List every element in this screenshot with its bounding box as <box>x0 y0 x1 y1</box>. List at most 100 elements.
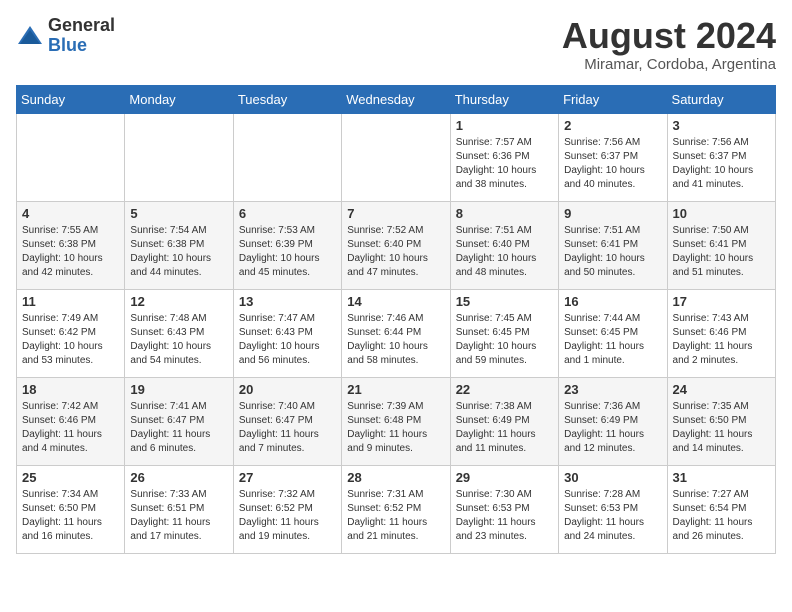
calendar-cell: 3Sunrise: 7:56 AM Sunset: 6:37 PM Daylig… <box>667 113 775 201</box>
day-number: 18 <box>22 382 119 397</box>
cell-content: 9 Sunrise: 7:51 AM Sunset: 6:41 PM Daylig… <box>564 206 661 280</box>
calendar-cell <box>17 113 125 201</box>
cell-content: 31 Sunrise: 7:27 AM Sunset: 6:54 PM Dayli… <box>673 470 770 544</box>
day-number: 22 <box>456 382 553 397</box>
calendar-cell: 14Sunrise: 7:46 AM Sunset: 6:44 PM Dayli… <box>342 289 450 377</box>
weekday-header-thursday: Thursday <box>450 85 558 113</box>
day-number: 6 <box>239 206 336 221</box>
calendar-cell: 23 Sunrise: 7:36 AM Sunset: 6:49 PM Dayli… <box>559 377 667 465</box>
day-info: Sunrise: 7:50 AM Sunset: 6:41 PM Dayligh… <box>673 224 770 280</box>
cell-content: 15Sunrise: 7:45 AM Sunset: 6:45 PM Dayli… <box>456 294 553 368</box>
day-number: 17 <box>673 294 770 309</box>
day-number: 28 <box>347 470 444 485</box>
day-info: Sunrise: 7:56 AM Sunset: 6:37 PM Dayligh… <box>673 136 770 192</box>
day-number: 31 <box>673 470 770 485</box>
calendar-cell: 30 Sunrise: 7:28 AM Sunset: 6:53 PM Dayli… <box>559 465 667 553</box>
calendar-cell: 12Sunrise: 7:48 AM Sunset: 6:43 PM Dayli… <box>125 289 233 377</box>
cell-content: 12Sunrise: 7:48 AM Sunset: 6:43 PM Dayli… <box>130 294 227 368</box>
calendar-cell: 9 Sunrise: 7:51 AM Sunset: 6:41 PM Daylig… <box>559 201 667 289</box>
weekday-header-wednesday: Wednesday <box>342 85 450 113</box>
calendar-cell: 6 Sunrise: 7:53 AM Sunset: 6:39 PM Daylig… <box>233 201 341 289</box>
calendar-table: SundayMondayTuesdayWednesdayThursdayFrid… <box>16 85 776 554</box>
day-info: Sunrise: 7:32 AM Sunset: 6:52 PM Dayligh… <box>239 488 336 544</box>
cell-content: 20 Sunrise: 7:40 AM Sunset: 6:47 PM Dayli… <box>239 382 336 456</box>
day-info: Sunrise: 7:27 AM Sunset: 6:54 PM Dayligh… <box>673 488 770 544</box>
cell-content: 28Sunrise: 7:31 AM Sunset: 6:52 PM Dayli… <box>347 470 444 544</box>
day-info: Sunrise: 7:36 AM Sunset: 6:49 PM Dayligh… <box>564 400 661 456</box>
day-info: Sunrise: 7:33 AM Sunset: 6:51 PM Dayligh… <box>130 488 227 544</box>
calendar-row-1: 4Sunrise: 7:55 AM Sunset: 6:38 PM Daylig… <box>17 201 776 289</box>
day-number: 30 <box>564 470 661 485</box>
day-number: 5 <box>130 206 227 221</box>
day-number: 12 <box>130 294 227 309</box>
day-number: 20 <box>239 382 336 397</box>
cell-content: 19Sunrise: 7:41 AM Sunset: 6:47 PM Dayli… <box>130 382 227 456</box>
calendar-cell: 16Sunrise: 7:44 AM Sunset: 6:45 PM Dayli… <box>559 289 667 377</box>
day-info: Sunrise: 7:56 AM Sunset: 6:37 PM Dayligh… <box>564 136 661 192</box>
title-area: August 2024 Miramar, Cordoba, Argentina <box>562 16 776 73</box>
day-info: Sunrise: 7:40 AM Sunset: 6:47 PM Dayligh… <box>239 400 336 456</box>
calendar-cell: 20 Sunrise: 7:40 AM Sunset: 6:47 PM Dayli… <box>233 377 341 465</box>
cell-content: 29Sunrise: 7:30 AM Sunset: 6:53 PM Dayli… <box>456 470 553 544</box>
cell-content: 2 Sunrise: 7:56 AM Sunset: 6:37 PM Daylig… <box>564 118 661 192</box>
page-header: General Blue August 2024 Miramar, Cordob… <box>16 16 776 73</box>
cell-content: 13Sunrise: 7:47 AM Sunset: 6:43 PM Dayli… <box>239 294 336 368</box>
weekday-header-tuesday: Tuesday <box>233 85 341 113</box>
day-number: 10 <box>673 206 770 221</box>
day-number: 24 <box>673 382 770 397</box>
calendar-cell: 26 Sunrise: 7:33 AM Sunset: 6:51 PM Dayli… <box>125 465 233 553</box>
cell-content: 6 Sunrise: 7:53 AM Sunset: 6:39 PM Daylig… <box>239 206 336 280</box>
day-number: 23 <box>564 382 661 397</box>
calendar-cell: 19Sunrise: 7:41 AM Sunset: 6:47 PM Dayli… <box>125 377 233 465</box>
cell-content: 22Sunrise: 7:38 AM Sunset: 6:49 PM Dayli… <box>456 382 553 456</box>
calendar-row-2: 11 Sunrise: 7:49 AM Sunset: 6:42 PM Dayli… <box>17 289 776 377</box>
day-number: 26 <box>130 470 227 485</box>
day-info: Sunrise: 7:41 AM Sunset: 6:47 PM Dayligh… <box>130 400 227 456</box>
day-info: Sunrise: 7:51 AM Sunset: 6:40 PM Dayligh… <box>456 224 553 280</box>
day-number: 15 <box>456 294 553 309</box>
calendar-cell: 18 Sunrise: 7:42 AM Sunset: 6:46 PM Dayli… <box>17 377 125 465</box>
day-info: Sunrise: 7:35 AM Sunset: 6:50 PM Dayligh… <box>673 400 770 456</box>
day-number: 13 <box>239 294 336 309</box>
location-subtitle: Miramar, Cordoba, Argentina <box>562 56 776 73</box>
day-number: 11 <box>22 294 119 309</box>
cell-content: 17Sunrise: 7:43 AM Sunset: 6:46 PM Dayli… <box>673 294 770 368</box>
day-number: 8 <box>456 206 553 221</box>
weekday-header-monday: Monday <box>125 85 233 113</box>
day-number: 14 <box>347 294 444 309</box>
cell-content: 8 Sunrise: 7:51 AM Sunset: 6:40 PM Daylig… <box>456 206 553 280</box>
cell-content: 24 Sunrise: 7:35 AM Sunset: 6:50 PM Dayli… <box>673 382 770 456</box>
calendar-cell: 13Sunrise: 7:47 AM Sunset: 6:43 PM Dayli… <box>233 289 341 377</box>
day-info: Sunrise: 7:28 AM Sunset: 6:53 PM Dayligh… <box>564 488 661 544</box>
calendar-cell: 27Sunrise: 7:32 AM Sunset: 6:52 PM Dayli… <box>233 465 341 553</box>
day-info: Sunrise: 7:39 AM Sunset: 6:48 PM Dayligh… <box>347 400 444 456</box>
calendar-cell: 4Sunrise: 7:55 AM Sunset: 6:38 PM Daylig… <box>17 201 125 289</box>
calendar-cell: 10 Sunrise: 7:50 AM Sunset: 6:41 PM Dayli… <box>667 201 775 289</box>
calendar-cell: 5Sunrise: 7:54 AM Sunset: 6:38 PM Daylig… <box>125 201 233 289</box>
day-info: Sunrise: 7:51 AM Sunset: 6:41 PM Dayligh… <box>564 224 661 280</box>
calendar-cell: 7Sunrise: 7:52 AM Sunset: 6:40 PM Daylig… <box>342 201 450 289</box>
weekday-header-friday: Friday <box>559 85 667 113</box>
weekday-header-sunday: Sunday <box>17 85 125 113</box>
day-info: Sunrise: 7:52 AM Sunset: 6:40 PM Dayligh… <box>347 224 444 280</box>
cell-content: 25Sunrise: 7:34 AM Sunset: 6:50 PM Dayli… <box>22 470 119 544</box>
calendar-cell <box>342 113 450 201</box>
calendar-cell: 31 Sunrise: 7:27 AM Sunset: 6:54 PM Dayli… <box>667 465 775 553</box>
cell-content: 4Sunrise: 7:55 AM Sunset: 6:38 PM Daylig… <box>22 206 119 280</box>
calendar-cell: 2 Sunrise: 7:56 AM Sunset: 6:37 PM Daylig… <box>559 113 667 201</box>
calendar-cell: 11 Sunrise: 7:49 AM Sunset: 6:42 PM Dayli… <box>17 289 125 377</box>
day-info: Sunrise: 7:44 AM Sunset: 6:45 PM Dayligh… <box>564 312 661 368</box>
day-info: Sunrise: 7:53 AM Sunset: 6:39 PM Dayligh… <box>239 224 336 280</box>
calendar-cell: 29Sunrise: 7:30 AM Sunset: 6:53 PM Dayli… <box>450 465 558 553</box>
day-info: Sunrise: 7:42 AM Sunset: 6:46 PM Dayligh… <box>22 400 119 456</box>
calendar-cell: 21Sunrise: 7:39 AM Sunset: 6:48 PM Dayli… <box>342 377 450 465</box>
calendar-cell: 24 Sunrise: 7:35 AM Sunset: 6:50 PM Dayli… <box>667 377 775 465</box>
logo-general-text: General <box>48 16 115 36</box>
day-number: 2 <box>564 118 661 133</box>
day-number: 9 <box>564 206 661 221</box>
day-info: Sunrise: 7:49 AM Sunset: 6:42 PM Dayligh… <box>22 312 119 368</box>
calendar-row-4: 25Sunrise: 7:34 AM Sunset: 6:50 PM Dayli… <box>17 465 776 553</box>
calendar-cell: 25Sunrise: 7:34 AM Sunset: 6:50 PM Dayli… <box>17 465 125 553</box>
day-number: 29 <box>456 470 553 485</box>
cell-content: 26 Sunrise: 7:33 AM Sunset: 6:51 PM Dayli… <box>130 470 227 544</box>
